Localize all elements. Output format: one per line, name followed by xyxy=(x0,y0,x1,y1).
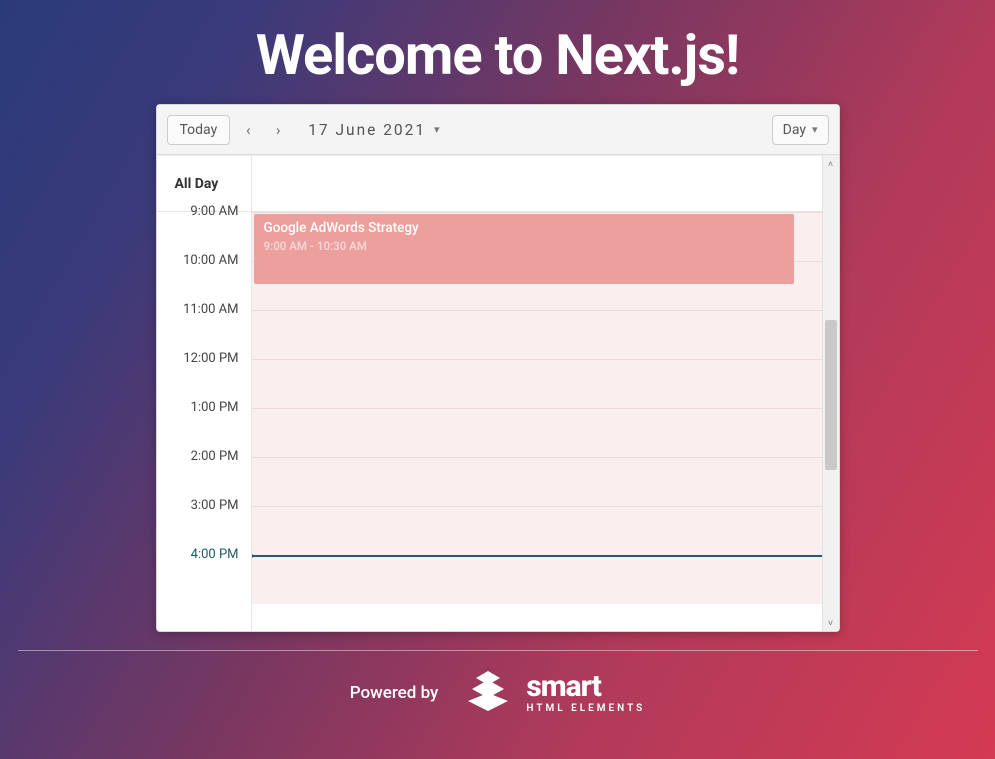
event-time-label: 9:00 AM - 10:30 AM xyxy=(264,239,784,253)
scheduler-toolbar: Today ‹ › 17 June 2021 ▾ Day ▾ xyxy=(157,105,839,155)
powered-by-label: Powered by xyxy=(350,683,439,703)
current-date-label: 17 June 2021 xyxy=(308,121,426,139)
view-label: Day xyxy=(783,122,806,138)
scheduler-card: Today ‹ › 17 June 2021 ▾ Day ▾ All Day 9… xyxy=(156,104,840,632)
page-title: Welcome to Next.js! xyxy=(256,22,739,88)
grid-line xyxy=(252,310,822,311)
chevron-left-icon: ‹ xyxy=(246,121,251,139)
grid-line xyxy=(252,359,822,360)
caret-up-icon: ˄ xyxy=(828,159,833,170)
brand-tagline: HTML ELEMENTS xyxy=(526,704,645,714)
next-button[interactable]: › xyxy=(266,118,290,142)
time-axis-label: 1:00 PM xyxy=(157,400,251,449)
time-axis-label: 3:00 PM xyxy=(157,498,251,547)
calendar-event[interactable]: Google AdWords Strategy 9:00 AM - 10:30 A… xyxy=(254,214,794,284)
time-axis-label: 9:00 AM xyxy=(157,204,251,253)
scheduler-body: All Day 9:00 AM10:00 AM11:00 AM12:00 PM1… xyxy=(157,155,839,631)
time-axis-label: 4:00 PM xyxy=(157,547,251,596)
chevron-right-icon: › xyxy=(276,121,281,139)
view-select-button[interactable]: Day ▾ xyxy=(772,115,829,145)
current-time-indicator xyxy=(252,555,822,557)
grid-line xyxy=(252,212,822,213)
grid-line xyxy=(252,408,822,409)
grid-line xyxy=(252,506,822,507)
brand-name: smart xyxy=(526,672,645,702)
chevron-down-icon: ▾ xyxy=(812,123,818,136)
diamond-stack-icon xyxy=(460,671,516,715)
event-title: Google AdWords Strategy xyxy=(264,220,784,236)
footer-divider xyxy=(18,650,978,651)
brand-logo: smart HTML ELEMENTS xyxy=(460,671,645,715)
vertical-scrollbar[interactable]: ˄ ˅ xyxy=(822,156,839,631)
current-time-marker-icon xyxy=(252,551,255,561)
timed-grid[interactable]: Google AdWords Strategy 9:00 AM - 10:30 A… xyxy=(252,212,822,604)
allday-cell[interactable] xyxy=(252,156,822,212)
footer: Powered by smart HTML ELEMENTS xyxy=(350,671,646,715)
time-axis-label: 10:00 AM xyxy=(157,253,251,302)
scrollbar-thumb[interactable] xyxy=(825,320,837,470)
scroll-up-button[interactable]: ˄ xyxy=(823,156,839,172)
today-button[interactable]: Today xyxy=(167,115,231,145)
day-grid-column[interactable]: Google AdWords Strategy 9:00 AM - 10:30 A… xyxy=(252,156,822,631)
date-picker-button[interactable]: 17 June 2021 ▾ xyxy=(308,121,441,139)
caret-down-icon: ˅ xyxy=(828,618,833,629)
time-axis-label: 11:00 AM xyxy=(157,302,251,351)
time-axis-label: 2:00 PM xyxy=(157,449,251,498)
time-axis-label: 12:00 PM xyxy=(157,351,251,400)
grid-line xyxy=(252,457,822,458)
chevron-down-icon: ▾ xyxy=(434,123,442,136)
time-axis-column: All Day 9:00 AM10:00 AM11:00 AM12:00 PM1… xyxy=(157,156,252,631)
prev-button[interactable]: ‹ xyxy=(236,118,260,142)
scroll-down-button[interactable]: ˅ xyxy=(823,615,839,631)
